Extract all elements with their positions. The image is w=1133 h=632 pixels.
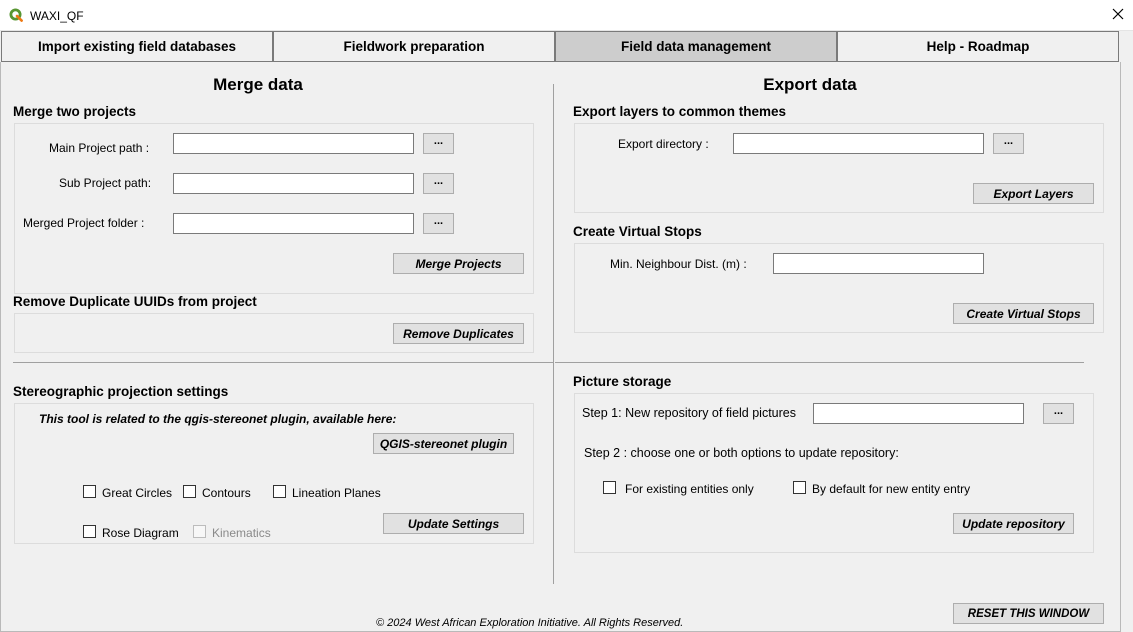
merge-two-projects-title: Merge two projects — [13, 104, 137, 119]
main-project-path-field[interactable] — [173, 133, 414, 154]
qgis-logo-icon — [9, 8, 23, 22]
lineation-planes-checkbox[interactable] — [273, 485, 286, 498]
sub-project-path-field[interactable] — [173, 173, 414, 194]
browse-export-directory-button[interactable]: ... — [993, 133, 1024, 154]
great-circles-label: Great Circles — [102, 486, 173, 500]
kinematics-label: Kinematics — [212, 526, 271, 540]
remove-duplicates-button[interactable]: Remove Duplicates — [393, 323, 524, 344]
picture-storage-title: Picture storage — [573, 374, 672, 389]
browse-sub-project-button[interactable]: ... — [423, 173, 454, 194]
tab-help-roadmap[interactable]: Help - Roadmap — [837, 31, 1119, 62]
lineation-planes-label: Lineation Planes — [292, 486, 381, 500]
copyright-text: © 2024 West African Exploration Initiati… — [376, 617, 684, 629]
default-new-entity-checkbox[interactable] — [793, 481, 806, 494]
merge-section-title: Merge data — [213, 75, 303, 94]
remove-duplicates-title: Remove Duplicate UUIDs from project — [13, 294, 257, 309]
close-icon — [1112, 8, 1124, 23]
merge-projects-button[interactable]: Merge Projects — [393, 253, 524, 274]
qgis-stereonet-plugin-button[interactable]: QGIS-stereonet plugin — [373, 433, 514, 454]
sub-project-label: Sub Project path: — [59, 176, 152, 190]
main-project-label: Main Project path : — [49, 141, 150, 155]
picture-repository-field[interactable] — [813, 403, 1024, 424]
virtual-stops-title: Create Virtual Stops — [573, 224, 702, 239]
default-new-entity-label: By default for new entity entry — [812, 482, 971, 496]
merged-project-folder-field[interactable] — [173, 213, 414, 234]
export-section-title: Export data — [763, 75, 857, 94]
contours-checkbox[interactable] — [183, 485, 196, 498]
reset-window-button[interactable]: RESET THIS WINDOW — [953, 603, 1104, 624]
export-themes-title: Export layers to common themes — [573, 104, 787, 119]
browse-merged-folder-button[interactable]: ... — [423, 213, 454, 234]
rose-diagram-checkbox[interactable] — [83, 525, 96, 538]
vertical-divider — [553, 84, 554, 584]
close-button[interactable] — [1102, 0, 1133, 31]
title-bar: WAXI_QF — [0, 0, 1133, 31]
left-horizontal-divider — [13, 362, 553, 363]
existing-entities-label: For existing entities only — [625, 482, 754, 496]
existing-entities-checkbox[interactable] — [603, 481, 616, 494]
export-directory-field[interactable] — [733, 133, 984, 154]
right-horizontal-divider — [555, 362, 1084, 363]
step2-label: Step 2 : choose one or both options to u… — [584, 446, 899, 460]
tab-fieldwork-preparation[interactable]: Fieldwork preparation — [273, 31, 555, 62]
great-circles-checkbox[interactable] — [83, 485, 96, 498]
update-settings-button[interactable]: Update Settings — [383, 513, 524, 534]
min-neighbour-dist-label: Min. Neighbour Dist. (m) : — [610, 257, 747, 271]
update-repository-button[interactable]: Update repository — [953, 513, 1074, 534]
tab-field-data-management[interactable]: Field data management — [555, 31, 837, 62]
create-virtual-stops-button[interactable]: Create Virtual Stops — [953, 303, 1094, 324]
rose-diagram-label: Rose Diagram — [102, 526, 179, 540]
min-neighbour-dist-field[interactable] — [773, 253, 984, 274]
browse-main-project-button[interactable]: ... — [423, 133, 454, 154]
step1-label: Step 1: New repository of field pictures — [582, 406, 796, 420]
merged-project-folder-label: Merged Project folder : — [23, 216, 145, 230]
stereo-settings-title: Stereographic projection settings — [13, 384, 229, 399]
tab-import-databases[interactable]: Import existing field databases — [1, 31, 273, 62]
window-title: WAXI_QF — [30, 9, 84, 23]
contours-label: Contours — [202, 486, 251, 500]
kinematics-checkbox[interactable] — [193, 525, 206, 538]
export-layers-button[interactable]: Export Layers — [973, 183, 1094, 204]
stereonet-note: This tool is related to the qgis-stereon… — [39, 412, 397, 426]
export-directory-label: Export directory : — [618, 137, 709, 151]
browse-picture-repository-button[interactable]: ... — [1043, 403, 1074, 424]
